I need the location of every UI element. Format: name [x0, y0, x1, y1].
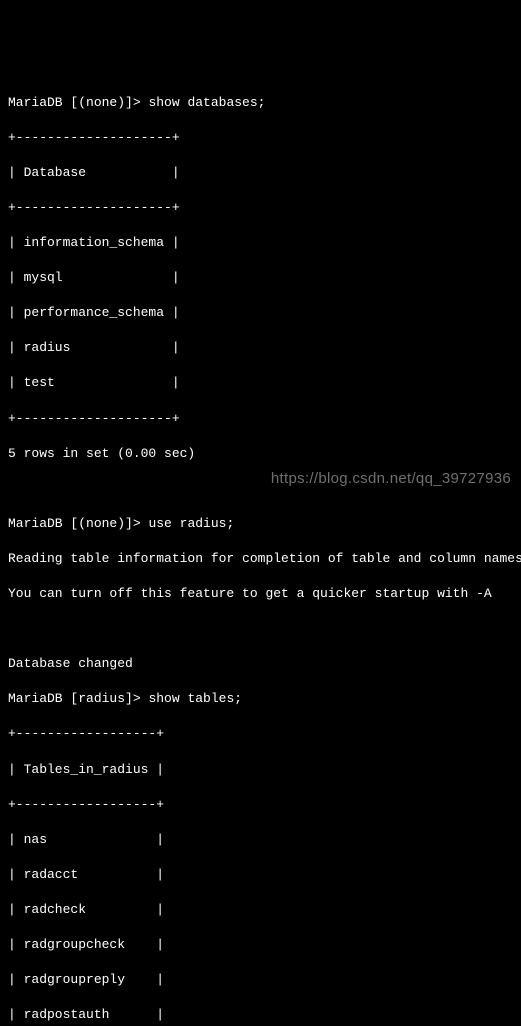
info-message: Reading table information for completion… [8, 550, 513, 568]
table-row: | mysql | [8, 269, 513, 287]
table-header: | Tables_in_radius | [8, 761, 513, 779]
prompt-line: MariaDB [radius]> show tables; [8, 690, 513, 708]
table-border: +--------------------+ [8, 410, 513, 428]
table-border: +------------------+ [8, 796, 513, 814]
table-border: +--------------------+ [8, 199, 513, 217]
command-text: use radius; [148, 516, 234, 531]
table-border: +--------------------+ [8, 129, 513, 147]
watermark-text: https://blog.csdn.net/qq_39727936 [271, 469, 511, 489]
info-message: You can turn off this feature to get a q… [8, 585, 513, 603]
table-row: | radius | [8, 339, 513, 357]
command-text: show tables; [148, 691, 242, 706]
blank-line [8, 620, 513, 638]
table-row: | radpostauth | [8, 1006, 513, 1024]
table-header: | Database | [8, 164, 513, 182]
terminal-output: MariaDB [(none)]> show databases; +-----… [8, 76, 513, 1026]
status-message: Database changed [8, 655, 513, 673]
prompt: MariaDB [(none)]> [8, 516, 148, 531]
prompt: MariaDB [(none)]> [8, 95, 148, 110]
table-row: | radacct | [8, 866, 513, 884]
table-border: +------------------+ [8, 725, 513, 743]
table-row: | performance_schema | [8, 304, 513, 322]
table-row: | information_schema | [8, 234, 513, 252]
command-text: show databases; [148, 95, 265, 110]
table-row: | nas | [8, 831, 513, 849]
table-row: | radgroupcheck | [8, 936, 513, 954]
result-summary: 5 rows in set (0.00 sec) [8, 445, 513, 463]
prompt-line: MariaDB [(none)]> show databases; [8, 94, 513, 112]
table-row: | test | [8, 374, 513, 392]
prompt-line: MariaDB [(none)]> use radius; [8, 515, 513, 533]
table-row: | radgroupreply | [8, 971, 513, 989]
prompt: MariaDB [radius]> [8, 691, 148, 706]
table-row: | radcheck | [8, 901, 513, 919]
